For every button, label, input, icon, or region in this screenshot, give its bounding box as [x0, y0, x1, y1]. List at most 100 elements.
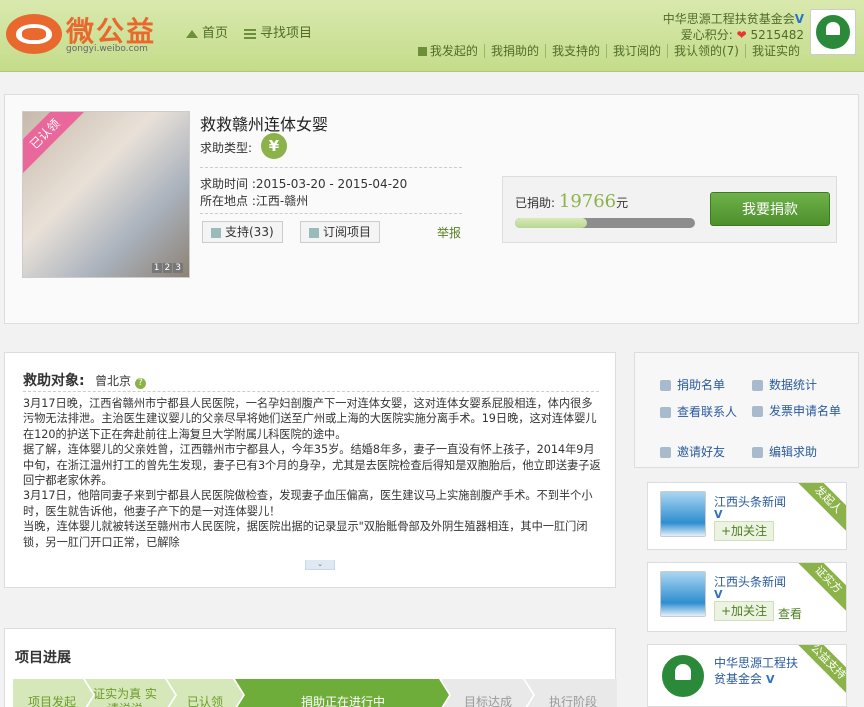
supporter-card: 中华思源工程扶贫基金会 V 公益支持: [647, 644, 847, 707]
help-paragraph: 当晚，连体婴儿就被转送至赣州市人民医院，据医院出据的记录显示"双胎骶骨部及外阴生…: [23, 520, 588, 549]
points-label: 爱心积分:: [680, 28, 733, 42]
help-type-label: 求助类型:: [200, 141, 253, 155]
points-value: 5215482: [750, 28, 804, 42]
document-icon: [752, 406, 763, 417]
nav-find-projects[interactable]: 寻找项目: [244, 22, 312, 41]
link-label: 捐助名单: [677, 378, 726, 392]
statistics-link[interactable]: 数据统计: [752, 376, 817, 393]
home-icon: [186, 29, 198, 38]
help-time: 求助时间 :2015-03-20 - 2015-04-20: [200, 177, 408, 191]
photo-page-3[interactable]: 3: [173, 263, 183, 273]
support-label: 支持(33): [225, 225, 274, 239]
donation-progress-bar: [515, 218, 695, 228]
donated-info: 已捐助: 19766元: [515, 191, 628, 212]
divider: [200, 167, 462, 168]
follow-button[interactable]: +加关注: [714, 521, 775, 541]
donated-unit: 元: [616, 196, 629, 210]
step-donating: 捐助正在进行中: [300, 695, 385, 707]
initiator-card: 江西头条新闻 V +加关注 发起人: [647, 482, 847, 550]
follow-button[interactable]: +加关注: [714, 601, 775, 621]
help-icon[interactable]: ?: [134, 378, 146, 389]
person-icon: [660, 380, 671, 391]
edit-help-link[interactable]: 编辑求助: [752, 443, 817, 460]
project-photo[interactable]: 已认领 123: [22, 111, 190, 278]
photo-page-1[interactable]: 1: [151, 263, 162, 273]
avatar[interactable]: [660, 653, 706, 699]
progress-fill: [515, 218, 587, 228]
step-execution: 执行阶段: [548, 695, 597, 707]
subnav-supported[interactable]: 我支持的: [544, 44, 606, 58]
verified-icon: V: [714, 588, 723, 601]
help-target-card: 救助对象: 曾北京 ? 3月17日晚，江西省赣州市宁都县人民医院，一名孕妇剖腹产…: [4, 352, 616, 588]
step-goal-reached: 目标达成: [463, 695, 512, 707]
divider: [200, 213, 462, 214]
step-verified: 证实为真 实请说说: [93, 687, 157, 707]
progress-heading: 项目进展: [15, 650, 71, 666]
divider: [23, 391, 599, 392]
nav-home-label: 首页: [202, 26, 229, 41]
edit-icon: [752, 447, 763, 458]
subnav-donated[interactable]: 我捐助的: [483, 44, 545, 58]
report-link[interactable]: 举报: [437, 224, 461, 241]
user-name-text: 中华思源工程扶贫基金会: [662, 12, 795, 26]
subnav-claimed[interactable]: 我认领的(7): [666, 44, 745, 58]
help-target-value: 曾北京: [95, 374, 132, 388]
contacts-link[interactable]: 查看联系人: [660, 403, 737, 420]
help-target-heading: 救助对象:: [23, 373, 85, 389]
heart-icon: ❤: [736, 28, 747, 42]
user-name[interactable]: 中华思源工程扶贫基金会V: [663, 10, 804, 27]
user-subnav: 我发起的 我捐助的 我支持的 我订阅的 我认领的(7) 我证实的: [412, 42, 806, 59]
support-button[interactable]: 支持(33): [202, 221, 283, 243]
help-paragraph: 3月17日，他陪同妻子来到宁都县人民医院做检查，发现妻子血压偏高，医生建议马上实…: [23, 489, 593, 518]
link-label: 数据统计: [769, 378, 818, 392]
verifier-card: 江西头条新闻 V +加关注 查看 证实方: [647, 562, 847, 632]
contact-icon: [660, 407, 671, 418]
help-paragraph: 据了解，连体婴儿的父亲姓曾，江西赣州市宁都县人，今年35岁。结婚8年多，妻子一直…: [23, 443, 601, 488]
document-icon: [752, 380, 763, 391]
subnav-verified[interactable]: 我证实的: [744, 44, 806, 58]
donated-label: 已捐助:: [515, 196, 556, 210]
nav-find-label: 寻找项目: [260, 26, 313, 41]
subscribe-label: 订阅项目: [323, 225, 372, 239]
subnav-label: 我发起的: [429, 44, 478, 58]
play-icon: [417, 47, 427, 56]
help-description: 3月17日晚，江西省赣州市宁都县人民医院，一名孕妇剖腹产下一对连体女婴，这对连体…: [23, 396, 601, 560]
invoice-list-link[interactable]: 发票申请名单: [752, 403, 844, 419]
love-points: 爱心积分: ❤ 5215482: [681, 26, 804, 43]
invite-friends-link[interactable]: 邀请好友: [660, 443, 725, 460]
help-location: 所在地点 :江西-赣州: [200, 194, 309, 208]
subnav-subscribed[interactable]: 我订阅的: [605, 44, 667, 58]
initiator-corner-badge: 发起人: [793, 483, 846, 535]
project-card: 已认领 123 救救赣州连体女婴 求助类型: ¥ 求助时间 :2015-03-2…: [4, 94, 859, 324]
expand-chevron-icon[interactable]: ⌄: [305, 560, 335, 570]
avatar[interactable]: [660, 491, 706, 537]
donated-amount: 19766: [558, 191, 617, 212]
donate-button[interactable]: 我要捐款: [710, 192, 830, 226]
view-link[interactable]: 查看: [778, 605, 802, 622]
verifier-name[interactable]: 江西头条新闻: [714, 573, 786, 590]
claimed-ribbon: 已认领: [23, 112, 96, 185]
person-add-icon: [660, 447, 671, 458]
donor-list-link[interactable]: 捐助名单: [660, 376, 725, 393]
site-logo[interactable]: 微公益 gongyi.weibo.com: [6, 10, 176, 60]
verified-icon: V: [714, 508, 723, 521]
thumb-up-icon: [211, 227, 221, 238]
nav-home[interactable]: 首页: [186, 22, 228, 41]
avatar[interactable]: [660, 571, 706, 617]
verified-icon: V: [766, 673, 775, 686]
help-target-name: 曾北京 ?: [95, 372, 146, 389]
top-bar: 微公益 gongyi.weibo.com 首页 寻找项目 中华思源工程扶贫基金会…: [0, 0, 864, 72]
photo-page-2[interactable]: 2: [162, 263, 173, 273]
link-label: 邀请好友: [677, 445, 726, 459]
donate-box: 已捐助: 19766元 我要捐款: [502, 176, 837, 243]
step-claimed: 已认领: [186, 695, 223, 707]
step-initiated: 项目发起: [27, 695, 76, 707]
initiator-name[interactable]: 江西头条新闻: [714, 493, 786, 510]
logo-cloud-icon: [6, 14, 62, 54]
photo-pager: 123: [151, 263, 183, 273]
yen-icon: ¥: [261, 133, 287, 159]
subnav-initiated[interactable]: 我发起的: [412, 44, 484, 58]
avatar[interactable]: [810, 9, 856, 55]
supporter-name[interactable]: 中华思源工程扶贫基金会: [714, 655, 806, 687]
subscribe-button[interactable]: 订阅项目: [300, 221, 381, 243]
